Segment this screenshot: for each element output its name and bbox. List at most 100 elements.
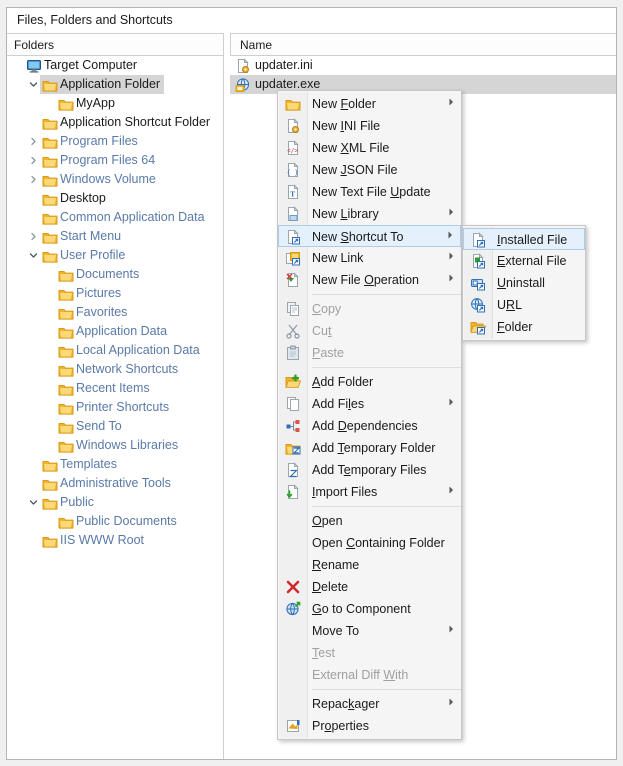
tree-item[interactable]: Application Folder: [7, 75, 223, 94]
menu-item-label: Delete: [312, 580, 349, 594]
tree-item[interactable]: Program Files: [7, 132, 223, 151]
tree-item-content: Application Data: [56, 322, 171, 341]
tree-item[interactable]: Windows Volume: [7, 170, 223, 189]
menu-item-label: Open Containing Folder: [312, 536, 445, 550]
tree-item[interactable]: Desktop: [7, 189, 223, 208]
menu-item-go-to-component[interactable]: Go to Component: [278, 598, 461, 620]
tree-item[interactable]: Public Documents: [7, 512, 223, 531]
tree-item[interactable]: Public: [7, 493, 223, 512]
menu-item-add-dependencies[interactable]: Add Dependencies: [278, 415, 461, 437]
tree-item[interactable]: Common Application Data: [7, 208, 223, 227]
menu-item-import-files[interactable]: Import Files: [278, 481, 461, 503]
menu-item-move-to[interactable]: Move To: [278, 620, 461, 642]
menu-item-properties[interactable]: Properties: [278, 715, 461, 737]
menu-item-new-folder[interactable]: New Folder: [278, 93, 461, 115]
menu-item-label: Installed File: [497, 233, 568, 247]
tree-item[interactable]: Program Files 64: [7, 151, 223, 170]
menu-separator: [312, 367, 461, 368]
tree-item[interactable]: Application Data: [7, 322, 223, 341]
new-shortcut-to-submenu[interactable]: Installed File External File Uninstall URL F…: [462, 225, 586, 341]
menu-item-new-ini-file[interactable]: New INI File: [278, 115, 461, 137]
chevron-right-icon[interactable]: [27, 227, 40, 246]
tree-item[interactable]: Templates: [7, 455, 223, 474]
chevron-down-icon[interactable]: [27, 75, 40, 94]
menu-item-label: Uninstall: [497, 276, 545, 290]
chevron-down-icon[interactable]: [27, 246, 40, 265]
menu-item-new-file-operation[interactable]: New File Operation: [278, 269, 461, 291]
tree-item[interactable]: Administrative Tools: [7, 474, 223, 493]
menu-item-add-files[interactable]: Add Files: [278, 393, 461, 415]
menu-item-delete[interactable]: Delete: [278, 576, 461, 598]
tree-item-content: User Profile: [40, 246, 129, 265]
tree-item[interactable]: Favorites: [7, 303, 223, 322]
tree-item-label: Pictures: [76, 286, 122, 300]
menu-item-label: New Link: [312, 251, 364, 265]
submenu-item-folder[interactable]: Folder: [463, 316, 585, 338]
chevron-down-icon[interactable]: [27, 493, 40, 512]
submenu-item-installed-file[interactable]: Installed File: [463, 228, 585, 250]
menu-item-new-library[interactable]: New Library: [278, 203, 461, 225]
tree-item[interactable]: Target Computer: [7, 56, 223, 75]
context-menu[interactable]: New Folder New INI File </> New XML File { }…: [277, 90, 462, 740]
monitor-icon: [26, 56, 44, 75]
tree-item[interactable]: Start Menu: [7, 227, 223, 246]
tree-item[interactable]: Application Shortcut Folder: [7, 113, 223, 132]
folder-icon: [42, 493, 60, 512]
folder-icon: [58, 265, 76, 284]
uninstall-icon: [468, 272, 488, 294]
tree-item-content: Application Shortcut Folder: [40, 113, 214, 132]
menu-item-repackager[interactable]: Repackager: [278, 693, 461, 715]
tree-item[interactable]: Windows Libraries: [7, 436, 223, 455]
menu-item-add-folder[interactable]: Add Folder: [278, 371, 461, 393]
none: [283, 532, 303, 554]
menu-item-new-text-file-update[interactable]: T New Text File Update: [278, 181, 461, 203]
tree-item[interactable]: Send To: [7, 417, 223, 436]
menu-item-add-temporary-folder[interactable]: Add Temporary Folder: [278, 437, 461, 459]
file-list-row[interactable]: updater.ini: [230, 56, 616, 75]
folder-tree[interactable]: Target Computer Application Folder MyApp Ap…: [7, 56, 224, 759]
chevron-right-icon[interactable]: [27, 151, 40, 170]
tree-item-content: IIS WWW Root: [40, 531, 148, 550]
menu-item-new-link[interactable]: New Link: [278, 247, 461, 269]
folder-icon: [42, 455, 60, 474]
menu-item-new-shortcut-to[interactable]: New Shortcut To: [278, 225, 461, 247]
paste-icon: [283, 342, 303, 364]
folder-icon: [58, 417, 76, 436]
delete-icon: [283, 576, 303, 598]
menu-item-new-xml-file[interactable]: </> New XML File: [278, 137, 461, 159]
tree-item[interactable]: MyApp: [7, 94, 223, 113]
menu-item-rename[interactable]: Rename: [278, 554, 461, 576]
menu-item-open-containing-folder[interactable]: Open Containing Folder: [278, 532, 461, 554]
chevron-right-icon[interactable]: [27, 132, 40, 151]
tree-item[interactable]: Documents: [7, 265, 223, 284]
tree-item-label: Local Application Data: [76, 343, 200, 357]
submenu-item-uninstall[interactable]: Uninstall: [463, 272, 585, 294]
tree-item[interactable]: User Profile: [7, 246, 223, 265]
menu-item-label: Folder: [497, 320, 533, 334]
menu-item-label: Add Temporary Files: [312, 463, 427, 477]
tree-item[interactable]: Network Shortcuts: [7, 360, 223, 379]
menu-item-add-temporary-files[interactable]: Add Temporary Files: [278, 459, 461, 481]
folder-icon: [42, 227, 60, 246]
menu-item-new-json-file[interactable]: { } New JSON File: [278, 159, 461, 181]
copy-icon: [283, 298, 303, 320]
chevron-right-icon[interactable]: [27, 170, 40, 189]
menu-item-open[interactable]: Open: [278, 510, 461, 532]
none: [283, 620, 303, 642]
folder-icon: [58, 284, 76, 303]
menu-item-cut: Cut: [278, 320, 461, 342]
tree-item[interactable]: Recent Items: [7, 379, 223, 398]
file-name-label: updater.ini: [255, 58, 313, 72]
tree-item[interactable]: Local Application Data: [7, 341, 223, 360]
tree-item[interactable]: IIS WWW Root: [7, 531, 223, 550]
menu-item-label: Add Dependencies: [312, 419, 418, 433]
submenu-item-external-file[interactable]: External File: [463, 250, 585, 272]
folder-icon: [58, 436, 76, 455]
tree-item[interactable]: Printer Shortcuts: [7, 398, 223, 417]
url-icon: [468, 294, 488, 316]
submenu-item-url[interactable]: URL: [463, 294, 585, 316]
tree-item-label: Application Folder: [60, 77, 161, 91]
tree-item-content: MyApp: [56, 94, 119, 113]
tree-item[interactable]: Pictures: [7, 284, 223, 303]
submenu-arrow-icon: [449, 93, 454, 115]
